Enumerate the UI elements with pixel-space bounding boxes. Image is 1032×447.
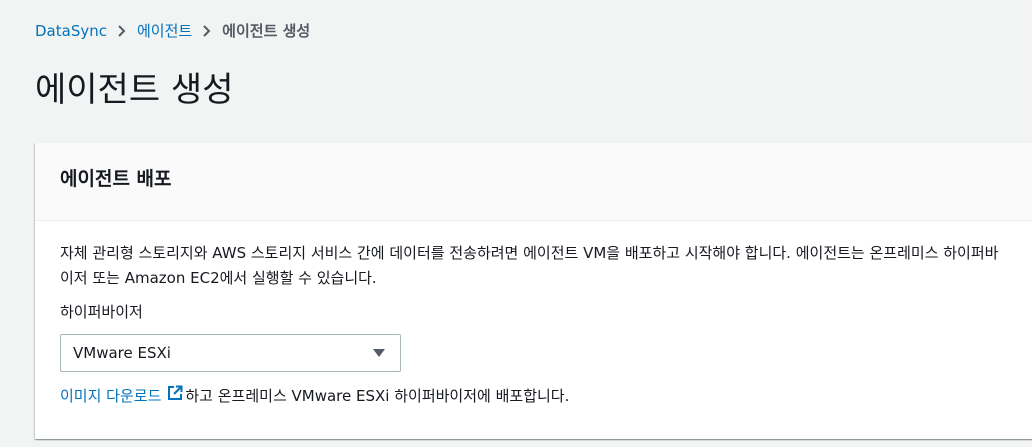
hypervisor-select[interactable]: VMware ESXi bbox=[60, 334, 401, 372]
panel-header: 에이전트 배포 bbox=[35, 143, 1032, 221]
page-title: 에이전트 생성 bbox=[35, 70, 234, 110]
external-link-icon[interactable] bbox=[167, 384, 183, 408]
hypervisor-label: 하이퍼바이저 bbox=[60, 303, 143, 321]
download-suffix-text: 하고 온프레미스 VMware ESXi 하이퍼바이저에 배포합니다. bbox=[185, 387, 570, 405]
download-instructions: 이미지 다운로드 하고 온프레미스 VMware ESXi 하이퍼바이저에 배포… bbox=[60, 384, 1032, 408]
caret-down-icon bbox=[372, 341, 386, 366]
panel-description: 자체 관리형 스토리지와 AWS 스토리지 서비스 간에 데이터를 전송하려면 … bbox=[60, 244, 999, 287]
breadcrumb: DataSync 에이전트 에이전트 생성 bbox=[35, 20, 310, 42]
breadcrumb-agents[interactable]: 에이전트 bbox=[137, 20, 192, 42]
chevron-right-icon bbox=[107, 20, 137, 42]
chevron-right-icon bbox=[192, 20, 222, 42]
breadcrumb-datasync[interactable]: DataSync bbox=[35, 20, 107, 42]
hypervisor-select-value: VMware ESXi bbox=[73, 343, 171, 362]
breadcrumb-current: 에이전트 생성 bbox=[222, 22, 311, 40]
panel-title: 에이전트 배포 bbox=[60, 168, 172, 190]
download-image-link[interactable]: 이미지 다운로드 bbox=[60, 384, 161, 408]
deploy-agent-panel: 에이전트 배포 자체 관리형 스토리지와 AWS 스토리지 서비스 간에 데이터… bbox=[35, 143, 1032, 439]
panel-body: 자체 관리형 스토리지와 AWS 스토리지 서비스 간에 데이터를 전송하려면 … bbox=[35, 221, 1032, 408]
